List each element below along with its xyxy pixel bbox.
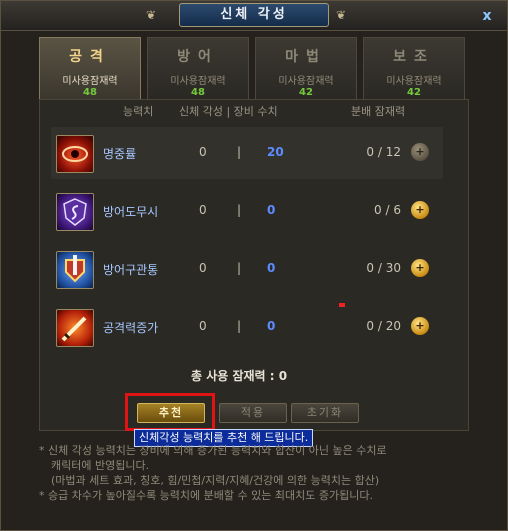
tab-sub-label: 미사용잠재력: [386, 76, 442, 87]
marker-dot: [339, 303, 345, 307]
awakening-window: ❦ 신체 각성 ❦ x 공격 미사용잠재력 48 방어 미사용잠재력 48 마법…: [0, 0, 508, 531]
tab-value: 42: [299, 87, 313, 98]
gear-value: 0: [267, 261, 276, 275]
left-ornament-icon: ❦: [146, 8, 157, 22]
value-separator: |: [237, 145, 242, 159]
stat-row-attack-power: 공격력증가 0 | 0 0 / 20 +: [51, 301, 443, 353]
increase-button[interactable]: +: [411, 317, 429, 335]
value-separator: |: [237, 261, 242, 275]
tab-magic[interactable]: 마법 미사용잠재력 42: [255, 37, 357, 99]
value-separator: |: [237, 203, 242, 217]
gear-value: 0: [267, 203, 276, 217]
stat-row-accuracy: 명중률 0 | 20 0 / 12 +: [51, 127, 443, 179]
total-used-potential: 총 사용 잠재력 : 0: [191, 369, 288, 383]
distributed-value: 0 / 20: [366, 319, 401, 333]
tab-value: 48: [191, 87, 205, 98]
value-separator: |: [237, 319, 242, 333]
pierce-shield-icon: [56, 251, 94, 289]
body-value: 0: [199, 261, 207, 275]
tab-sub-label: 미사용잠재력: [170, 76, 226, 87]
stat-name: 방어도무시: [103, 205, 159, 219]
shield-serpent-icon: [56, 193, 94, 231]
stat-row-ignore-defense: 방어도무시 0 | 0 0 / 6 +: [51, 185, 443, 237]
increase-button[interactable]: +: [411, 201, 429, 219]
stat-name: 방어구관통: [103, 263, 159, 277]
tab-value: 48: [83, 87, 97, 98]
category-tabs: 공격 미사용잠재력 48 방어 미사용잠재력 48 마법 미사용잠재력 42 보…: [39, 37, 469, 99]
close-button[interactable]: x: [478, 7, 496, 25]
stat-row-armor-pierce: 방어구관통 0 | 0 0 / 30 +: [51, 243, 443, 295]
note-line: * 신체 각성 능력치는 장비에 의해 증가된 능력치와 합산이 아닌 높은 수…: [39, 444, 387, 457]
body-value: 0: [199, 145, 207, 159]
body-value: 0: [199, 203, 207, 217]
tab-attack[interactable]: 공격 미사용잠재력 48: [39, 37, 141, 99]
gear-value: 0: [267, 319, 276, 333]
tab-sub-label: 미사용잠재력: [62, 76, 118, 87]
stat-name: 공격력증가: [103, 321, 159, 335]
column-header-distributed: 분배 잠재력: [351, 105, 406, 118]
fire-sword-icon: [56, 309, 94, 347]
note-line: (마법과 세트 효과, 칭호, 힘/민첩/지력/지혜/건강에 의한 능력치는 합…: [51, 474, 380, 487]
tab-label: 공격: [69, 49, 111, 65]
apply-button[interactable]: 적용: [219, 403, 287, 423]
note-line: * 승급 차수가 높아질수록 능력치에 분배할 수 있는 최대치도 증가됩니다.: [39, 489, 373, 502]
increase-button[interactable]: +: [411, 143, 429, 161]
tab-label: 마법: [285, 49, 327, 65]
eye-icon: [56, 135, 94, 173]
column-header-stat: 능력치: [123, 105, 154, 118]
gear-value: 20: [267, 145, 284, 159]
notes-section: * 신체 각성 능력치는 장비에 의해 증가된 능력치와 합산이 아닌 높은 수…: [39, 443, 479, 503]
column-header-body-gear: 신체 각성 | 장비 수치: [179, 105, 278, 118]
title-bar[interactable]: ❦ 신체 각성 ❦ x: [1, 1, 507, 31]
distributed-value: 0 / 6: [374, 203, 401, 217]
window-title: 신체 각성: [179, 3, 329, 27]
reset-button[interactable]: 초기화: [291, 403, 359, 423]
distributed-value: 0 / 30: [366, 261, 401, 275]
highlight-box: [125, 393, 215, 431]
tab-label: 보조: [393, 49, 435, 65]
note-line: 캐릭터에 반영됩니다.: [51, 459, 150, 472]
tab-value: 42: [407, 87, 421, 98]
increase-button[interactable]: +: [411, 259, 429, 277]
right-ornament-icon: ❦: [336, 8, 347, 22]
tab-sub-label: 미사용잠재력: [278, 76, 334, 87]
tab-support[interactable]: 보조 미사용잠재력 42: [363, 37, 465, 99]
tab-label: 방어: [177, 49, 219, 65]
body-value: 0: [199, 319, 207, 333]
stat-name: 명중률: [103, 147, 137, 161]
tab-defense[interactable]: 방어 미사용잠재력 48: [147, 37, 249, 99]
distributed-value: 0 / 12: [366, 145, 401, 159]
